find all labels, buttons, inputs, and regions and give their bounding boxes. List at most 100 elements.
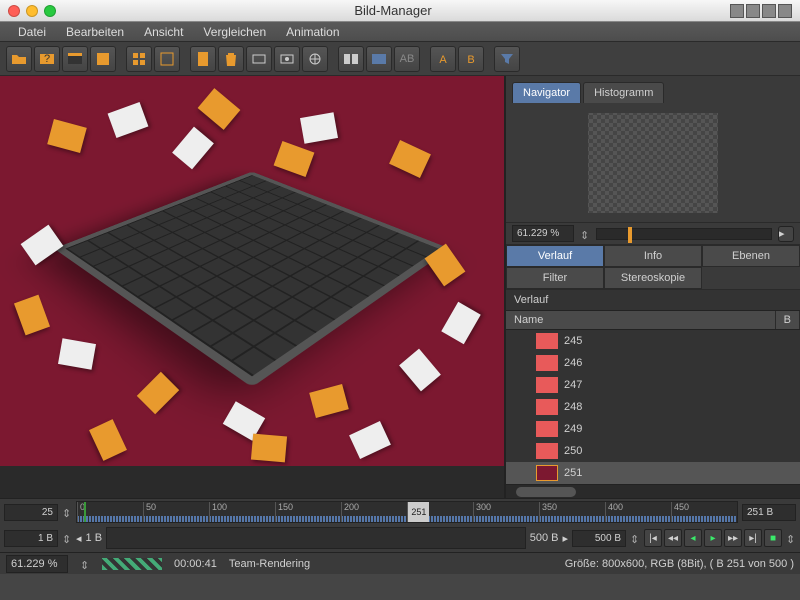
frame-thumb-icon (536, 443, 558, 459)
zoom-slider[interactable] (596, 228, 772, 240)
titlebar: Bild-Manager (0, 0, 800, 22)
frame-row[interactable]: 246 (506, 352, 800, 374)
nav-icon[interactable] (302, 46, 328, 72)
menu-bearbeiten[interactable]: Bearbeiten (58, 23, 132, 41)
play-fwd-icon[interactable]: ▸ (704, 529, 722, 547)
move-icon[interactable] (762, 4, 776, 18)
grid-icon[interactable] (126, 46, 152, 72)
frame-number: 251 (564, 467, 582, 479)
tab-filter[interactable]: Filter (506, 267, 604, 289)
compare-a-icon[interactable] (338, 46, 364, 72)
info-tabs: Verlauf Info Ebenen Filter Stereoskopie (506, 245, 800, 290)
tab-navigator[interactable]: Navigator (512, 82, 581, 103)
frame-thumb-icon (536, 399, 558, 415)
window-title: Bild-Manager (56, 3, 730, 18)
frame-row[interactable]: 249 (506, 418, 800, 440)
frame-thumb-icon (536, 377, 558, 393)
help-icon[interactable]: ? (34, 46, 60, 72)
tl-left[interactable]: 25 (4, 504, 58, 521)
zoom-button[interactable] (44, 5, 56, 17)
goto-start-icon[interactable]: |◂ (644, 529, 662, 547)
save-icon[interactable] (90, 46, 116, 72)
step-fwd-icon[interactable]: ▸▸ (724, 529, 742, 547)
menubar: Datei Bearbeiten Ansicht Vergleichen Ani… (0, 22, 800, 42)
tab-stereoskopie[interactable]: Stereoskopie (604, 267, 702, 289)
frame-thumb-icon (536, 355, 558, 371)
list-header: Name B (506, 311, 800, 330)
frame-row[interactable]: 251 (506, 462, 800, 484)
frame-thumb-icon (536, 465, 558, 481)
ab-icon[interactable]: AB (394, 46, 420, 72)
tab-info[interactable]: Info (604, 245, 702, 267)
grid2-icon[interactable] (154, 46, 180, 72)
svg-text:AB: AB (400, 53, 415, 65)
frame2-icon[interactable] (274, 46, 300, 72)
loop-icon[interactable]: ■ (764, 529, 782, 547)
close-panel-icon[interactable] (778, 4, 792, 18)
frame-row[interactable]: 250 (506, 440, 800, 462)
horiz-scrollbar[interactable] (506, 484, 800, 498)
b-icon[interactable]: B (458, 46, 484, 72)
preview-thumb (588, 113, 718, 213)
frame-number: 247 (564, 379, 582, 391)
frame-row[interactable]: 245 (506, 330, 800, 352)
range-next-icon[interactable]: ▸ (562, 532, 568, 545)
range-left[interactable]: 1 B (4, 530, 58, 547)
clapper-icon[interactable] (62, 46, 88, 72)
timeline-ruler[interactable]: 050100150200250300350400450500251 (76, 501, 738, 523)
frame-number: 249 (564, 423, 582, 435)
timeline: 25 ⇕ 050100150200250300350400450500251 2… (0, 498, 800, 552)
window-controls (8, 5, 56, 17)
zoom-play-icon[interactable]: ▸ (778, 226, 794, 242)
status-zoom[interactable]: 61.229 % (6, 555, 68, 573)
tab-histogramm[interactable]: Histogramm (583, 82, 664, 103)
col-name[interactable]: Name (506, 311, 776, 329)
menu-vergleichen[interactable]: Vergleichen (195, 23, 274, 41)
tab-verlauf[interactable]: Verlauf (506, 245, 604, 267)
frame-list[interactable]: 245246247248249250251252253 (506, 330, 800, 484)
frame-thumb-icon (536, 421, 558, 437)
render-view (0, 76, 504, 466)
toolbar: ? AB A B (0, 42, 800, 76)
close-button[interactable] (8, 5, 20, 17)
filter-icon[interactable] (494, 46, 520, 72)
range-left-label: 1 B (86, 532, 103, 544)
main-area: Navigator Histogramm 61.229 % ⇕ ▸ Verlau… (0, 76, 800, 498)
expand-icon[interactable] (746, 4, 760, 18)
menu-datei[interactable]: Datei (10, 23, 54, 41)
a-icon[interactable]: A (430, 46, 456, 72)
tl-arrows-icon[interactable]: ⇕ (62, 507, 72, 517)
navigator-preview[interactable] (506, 103, 800, 223)
tl-right[interactable]: 251 B (742, 504, 796, 521)
trash-icon[interactable] (218, 46, 244, 72)
zoom-row: 61.229 % ⇕ ▸ (506, 223, 800, 245)
frame-row[interactable]: 248 (506, 396, 800, 418)
frame-thumb-icon (536, 333, 558, 349)
col-b[interactable]: B (776, 311, 800, 329)
range-right-box[interactable]: 500 B (572, 530, 626, 547)
dock-icon[interactable] (730, 4, 744, 18)
range-ruler[interactable] (106, 527, 526, 549)
svg-text:?: ? (44, 53, 50, 65)
menu-ansicht[interactable]: Ansicht (136, 23, 191, 41)
progress-icon (102, 558, 162, 570)
frame-row[interactable]: 247 (506, 374, 800, 396)
compare-b-icon[interactable] (366, 46, 392, 72)
sidebar: Navigator Histogramm 61.229 % ⇕ ▸ Verlau… (505, 76, 800, 498)
frame-icon[interactable] (246, 46, 272, 72)
menu-animation[interactable]: Animation (278, 23, 347, 41)
range-prev-icon[interactable]: ◂ (76, 532, 82, 545)
open-icon[interactable] (6, 46, 32, 72)
doc-icon[interactable] (190, 46, 216, 72)
step-back-icon[interactable]: ◂◂ (664, 529, 682, 547)
zoom-arrows-icon[interactable]: ⇕ (580, 229, 590, 239)
zoom-value[interactable]: 61.229 % (512, 225, 574, 242)
statusbar: 61.229 % ⇕ 00:00:41 Team-Rendering Größe… (0, 552, 800, 574)
title-icons (730, 4, 792, 18)
play-back-icon[interactable]: ◂ (684, 529, 702, 547)
viewport[interactable] (0, 76, 505, 498)
frame-number: 245 (564, 335, 582, 347)
tab-ebenen[interactable]: Ebenen (702, 245, 800, 267)
goto-end-icon[interactable]: ▸| (744, 529, 762, 547)
minimize-button[interactable] (26, 5, 38, 17)
